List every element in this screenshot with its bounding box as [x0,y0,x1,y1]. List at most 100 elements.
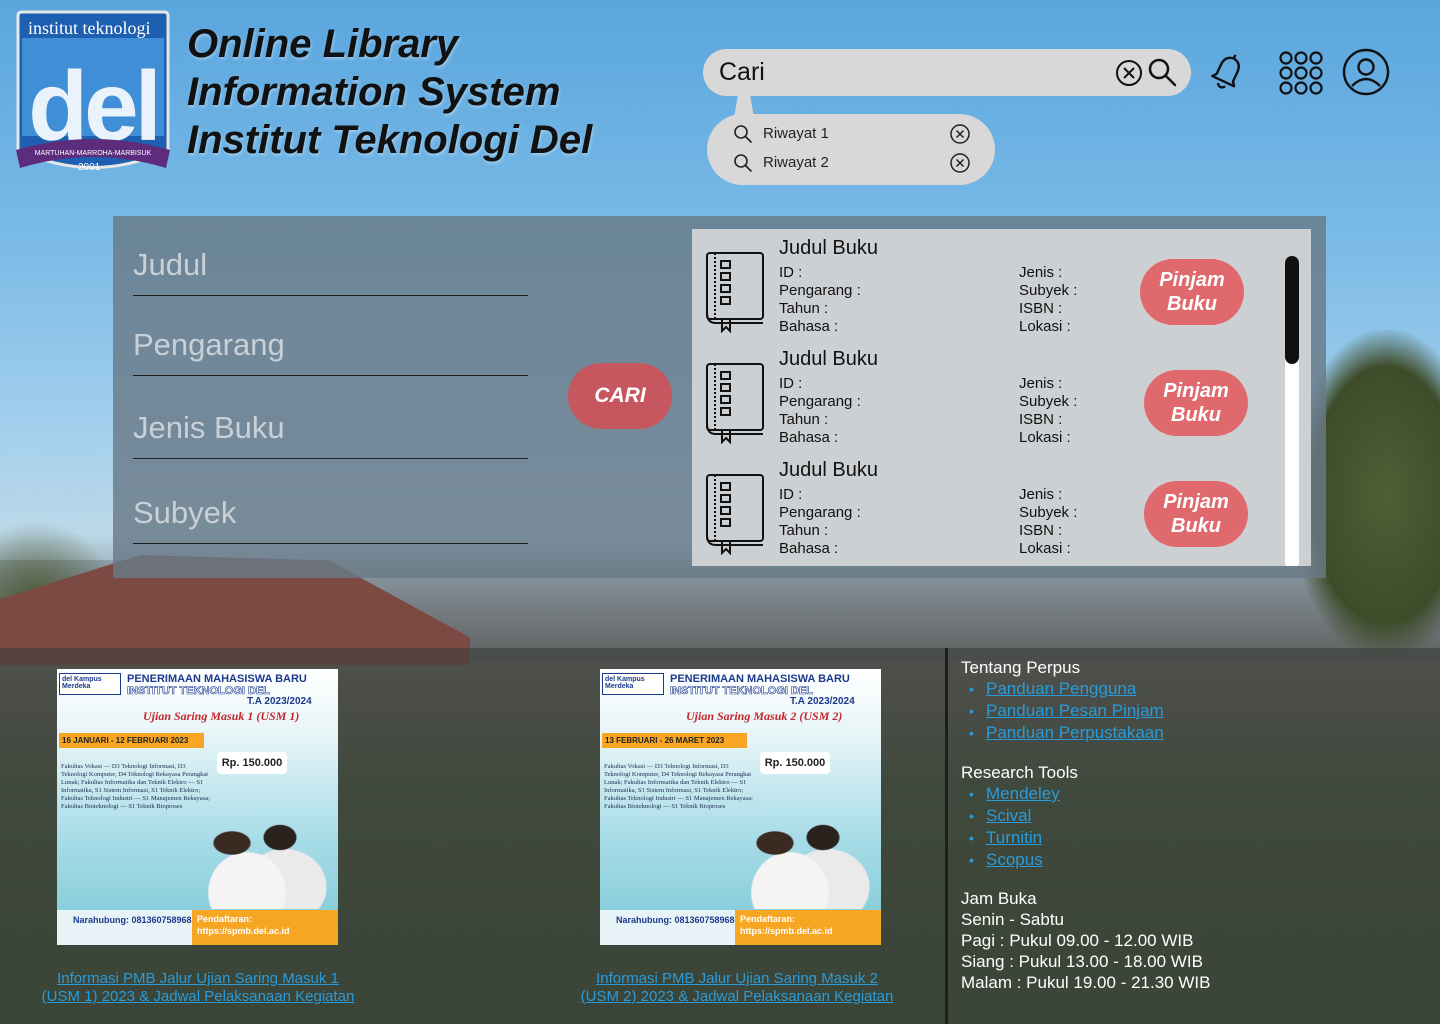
poster-fee: Rp. 150.000 [217,752,287,774]
search-icon[interactable] [1147,57,1177,87]
poster-heading: PENERIMAAN MAHASISWA BARU [127,673,307,685]
poster-contact: Narahubung: 081360758968 [600,910,735,945]
poster-year: T.A 2023/2024 [247,696,312,707]
research-tools-links: Mendeley Scival Turnitin Scopus [969,783,1078,871]
library-guide-link[interactable]: Panduan Perpustakaan [986,723,1164,742]
research-tools-heading: Research Tools [961,763,1078,782]
booking-guide-link[interactable]: Panduan Pesan Pinjam [986,701,1164,720]
book-icon [706,474,764,555]
advanced-search-panel: CARI Judul Buku ID : Pengarang : Tahun :… [113,216,1326,578]
opening-hours-line: Senin - Sabtu [961,910,1065,929]
book-id-label: ID : [779,264,803,281]
book-result-item: Judul Buku ID : Pengarang : Tahun : Baha… [692,451,1292,562]
borrow-book-button[interactable]: Pinjam Buku [1144,370,1248,436]
book-type-label: Jenis : [1019,486,1063,503]
clear-search-icon[interactable] [1115,59,1143,87]
user-guide-link[interactable]: Panduan Pengguna [986,679,1136,698]
book-author-label: Pengarang : [779,282,861,299]
poster-registration: Pendaftaran: https://spmb.del.ac.id [197,914,290,936]
book-isbn-label: ISBN : [1019,411,1063,428]
book-year-label: Tahun : [779,300,829,317]
poster-photo [187,799,337,909]
field-underline [133,375,528,376]
book-year-label: Tahun : [779,522,829,539]
borrow-button-line: Pinjam [1163,380,1229,402]
book-location-label: Lokasi : [1019,429,1071,446]
notification-bell-icon[interactable] [1202,48,1252,98]
search-submit-button[interactable]: CARI [568,363,672,429]
field-underline [133,295,528,296]
poster-logo: del Kampus Merdeka [59,673,121,695]
book-location-label: Lokasi : [1019,540,1071,557]
user-account-icon[interactable] [1342,48,1390,96]
book-title: Judul Buku [779,459,878,481]
turnitin-link[interactable]: Turnitin [986,828,1042,847]
borrow-book-button[interactable]: Pinjam Buku [1144,481,1248,547]
poster-registration: Pendaftaran: https://spmb.del.ac.id [740,914,833,936]
search-history-dropdown: Riwayat 1 Riwayat 2 [707,114,995,185]
book-type-input[interactable] [133,399,528,457]
author-field [133,316,528,376]
remove-history-icon[interactable] [949,123,971,145]
borrow-button-line: Buku [1167,293,1217,315]
borrow-button-line: Buku [1171,404,1221,426]
book-meta-left: ID : Pengarang : Tahun : Bahasa : [779,264,861,336]
book-title: Judul Buku [779,237,878,259]
title-input[interactable] [133,236,528,294]
search-input[interactable] [719,55,1099,89]
scopus-link[interactable]: Scopus [986,850,1043,869]
search-history-label: Riwayat 1 [763,125,829,142]
site-title-line: Online Library [187,22,459,66]
book-year-label: Tahun : [779,411,829,428]
news-poster[interactable]: del Kampus Merdeka PENERIMAAN MAHASISWA … [600,669,881,945]
about-links: Panduan Pengguna Panduan Pesan Pinjam Pa… [969,678,1164,744]
book-subject-label: Subyek : [1019,393,1078,410]
search-history-item[interactable]: Riwayat 1 [733,122,983,146]
news-link-line: (USM 1) 2023 & Jadwal Pelaksanaan Kegiat… [41,988,355,1005]
book-subject-label: Subyek : [1019,282,1078,299]
opening-hours-section: Jam Buka Senin - Sabtu Pagi : Pukul 09.0… [961,888,1210,993]
about-library-section: Tentang Perpus Panduan Pengguna Panduan … [961,657,1164,744]
poster-date: 16 JANUARI - 12 FEBRUARI 2023 [59,733,204,748]
institution-logo[interactable]: del institut teknologi MARTUHAN-MARROHA-… [14,10,172,180]
subject-input[interactable] [133,484,528,542]
news-link-usm2[interactable]: Informasi PMB Jalur Ujian Saring Masuk 2… [570,970,904,1006]
search-icon [734,125,752,143]
field-underline [133,458,528,459]
book-type-label: Jenis : [1019,264,1063,281]
mendeley-link[interactable]: Mendeley [986,784,1060,803]
book-id-label: ID : [779,375,803,392]
poster-fee: Rp. 150.000 [760,752,830,774]
search-history-item[interactable]: Riwayat 2 [733,151,983,175]
book-author-label: Pengarang : [779,504,861,521]
opening-hours-line: Pagi : Pukul 09.00 - 12.00 WIB [961,931,1194,950]
book-meta-right: Jenis : Subyek : ISBN : Lokasi : [1019,486,1077,558]
poster-logo-text: del Kampus Merdeka [62,676,102,690]
borrow-book-button[interactable]: Pinjam Buku [1140,259,1244,325]
poster-logo: del Kampus Merdeka [602,673,664,695]
news-poster[interactable]: del Kampus Merdeka PENERIMAAN MAHASISWA … [57,669,338,945]
logo-top-text: institut teknologi [28,18,151,38]
poster-heading: PENERIMAAN MAHASISWA BARU [670,673,850,685]
borrow-button-line: Pinjam [1163,491,1229,513]
apps-grid-icon[interactable] [1278,50,1324,96]
site-title-line: Institut Teknologi Del [187,118,593,162]
author-input[interactable] [133,316,528,374]
search-icon [734,154,752,172]
poster-usm: Ujian Saring Masuk 2 (USM 2) [686,709,843,723]
news-link-line: Informasi PMB Jalur Ujian Saring Masuk 1 [57,970,339,987]
book-meta-right: Jenis : Subyek : ISBN : Lokasi : [1019,264,1077,336]
book-location-label: Lokasi : [1019,318,1071,335]
book-type-field [133,399,528,459]
subject-field [133,484,528,544]
book-id-label: ID : [779,486,803,503]
site-title-line: Information System [187,70,561,114]
scival-link[interactable]: Scival [986,806,1031,825]
book-meta-right: Jenis : Subyek : ISBN : Lokasi : [1019,375,1077,447]
results-scrollbar-thumb[interactable] [1285,256,1299,364]
search-results-list[interactable]: Judul Buku ID : Pengarang : Tahun : Baha… [692,229,1311,566]
remove-history-icon[interactable] [949,152,971,174]
news-link-usm1[interactable]: Informasi PMB Jalur Ujian Saring Masuk 1… [32,970,364,1006]
search-history-label: Riwayat 2 [763,154,829,171]
poster-contact: Narahubung: 081360758968 [57,910,192,945]
